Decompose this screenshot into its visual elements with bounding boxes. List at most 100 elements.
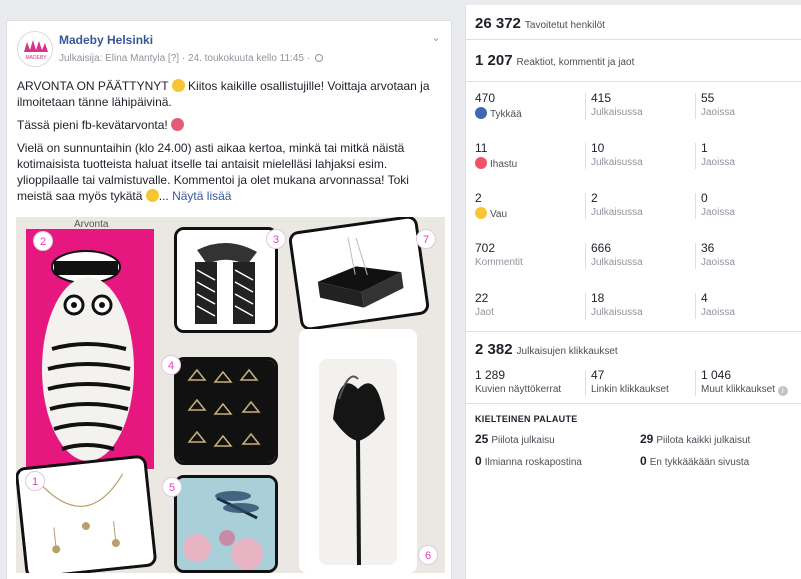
column-separator: [585, 293, 586, 319]
link-clicks: 47 Linkin klikkaukset: [591, 368, 669, 395]
likes-on-post-label: Julkaisussa: [591, 107, 643, 118]
collage-tile-pendants: [174, 357, 278, 465]
column-separator: [695, 370, 696, 396]
likes-in-shares-label: Jaoissa: [701, 107, 735, 118]
collage-number-5: 5: [162, 477, 182, 497]
hide-all-value: 29: [640, 432, 654, 446]
likes-total-label-wrap: Tykkää: [475, 107, 522, 120]
reached-value: 26 372: [475, 15, 521, 32]
likes-on-post: 415 Julkaisussa: [591, 91, 643, 118]
globe-icon: [314, 54, 323, 62]
post-paragraph-1: ARVONTA ON PÄÄTTYNYT Kiitos kaikille osa…: [17, 78, 445, 110]
wows-in-shares: 0 Jaoissa: [701, 191, 735, 218]
engagement-row: 1 207 Reaktiot, kommentit ja jaot: [475, 52, 634, 69]
jewelry-box-icon: [291, 217, 427, 329]
likes-total-label: Tykkää: [490, 109, 522, 120]
column-separator: [695, 193, 696, 219]
other-clicks-label: Muut klikkaukset: [701, 384, 775, 395]
collage-number-1: 1: [25, 471, 45, 491]
scarf-icon: [177, 230, 275, 330]
column-separator: [585, 243, 586, 269]
flower-emoji-icon: [171, 118, 185, 131]
comments-total-value: 702: [475, 241, 496, 255]
collage-tile-vase: [299, 329, 417, 573]
wows-total: 2 Vau: [475, 191, 507, 220]
collage-tile-owl: [26, 229, 154, 469]
column-separator: [695, 93, 696, 119]
loves-total: 11 Ihastu: [475, 141, 517, 170]
wows-in-shares-label: Jaoissa: [701, 207, 735, 218]
report-spam-label: Ilmianna roskapostina: [484, 457, 582, 468]
likes-total: 470 Tykkää: [475, 91, 522, 120]
shares-on-post: 18 Julkaisussa: [591, 291, 643, 318]
column-separator: [695, 243, 696, 269]
loves-in-shares-value: 1: [701, 141, 708, 155]
comments-on-post-label: Julkaisussa: [591, 257, 643, 268]
hide-post-feedback: 25 Piilota julkaisu: [475, 432, 555, 446]
info-icon[interactable]: i: [777, 386, 788, 396]
reached-label: Tavoitetut henkilöt: [524, 20, 605, 31]
hide-post-label: Piilota julkaisu: [491, 435, 555, 446]
column-separator: [585, 143, 586, 169]
post-paragraph-3: Vielä on sunnuntaihin (klo 24.00) asti a…: [17, 140, 445, 204]
tulip-vase-icon: [319, 359, 397, 566]
wows-on-post: 2 Julkaisussa: [591, 191, 643, 218]
shares-on-post-value: 18: [591, 291, 605, 305]
pendants-icon: [177, 360, 275, 462]
grin-emoji-icon: [145, 189, 159, 202]
loves-in-shares-label: Jaoissa: [701, 157, 735, 168]
see-more-link[interactable]: Näytä lisää: [172, 189, 231, 203]
post-para1-a: ARVONTA ON PÄÄTTYNYT: [17, 79, 169, 93]
post-insights-panel: 26 372 Tavoitetut henkilöt 1 207 Reaktiot,…: [465, 5, 801, 579]
likes-in-shares-value: 55: [701, 91, 715, 105]
clicks-value: 2 382: [475, 341, 513, 358]
comments-total: 702 Kommentit: [475, 241, 523, 268]
wows-total-label-wrap: Vau: [475, 207, 507, 220]
post-meta: Julkaisija: Elina Mantyla [?] · 24. touk…: [59, 53, 323, 64]
chevron-down-icon[interactable]: ⌄: [429, 31, 443, 45]
wows-total-value: 2: [475, 191, 482, 205]
shares-in-shares-value: 4: [701, 291, 708, 305]
report-spam-value: 0: [475, 454, 482, 468]
wows-on-post-value: 2: [591, 191, 598, 205]
comments-on-post: 666 Julkaisussa: [591, 241, 643, 268]
collage-number-3: 3: [266, 229, 286, 249]
photo-views: 1 289 Kuvien näyttökerrat: [475, 368, 561, 395]
smile-emoji-icon: [171, 79, 185, 92]
page-name-link[interactable]: Madeby Helsinki: [59, 33, 153, 47]
photo-views-value: 1 289: [475, 368, 506, 382]
post-para2: Tässä pieni fb-kevätarvonta!: [17, 118, 168, 132]
other-clicks: 1 046 Muut klikkaukset i: [701, 368, 788, 396]
shares-total-value: 22: [475, 291, 489, 305]
other-clicks-label-wrap: Muut klikkaukset i: [701, 384, 788, 396]
negative-feedback-title: KIELTEINEN PALAUTE: [475, 414, 578, 424]
wows-in-shares-value: 0: [701, 191, 708, 205]
post-meta-text: Julkaisija: Elina Mantyla [?] · 24. touk…: [59, 53, 311, 64]
divider: [466, 81, 801, 82]
collage-tile-scarf: [174, 227, 278, 333]
engagement-label: Reaktiot, kommentit ja jaot: [516, 57, 635, 68]
shares-total-label: Jaot: [475, 307, 494, 318]
post-ellipsis: ...: [158, 189, 169, 203]
post-image-collage[interactable]: Arvonta 2 3 7 4 1 5 6: [16, 217, 445, 573]
column-separator: [695, 293, 696, 319]
collage-number-7: 7: [416, 229, 436, 249]
wow-icon: [475, 207, 487, 219]
collage-tile-dragonfly: [174, 475, 278, 573]
avatar[interactable]: MADEBY: [17, 31, 53, 67]
column-separator: [585, 370, 586, 396]
collage-number-2: 2: [33, 231, 53, 251]
divider: [466, 331, 801, 332]
like-icon: [475, 107, 487, 119]
loves-on-post: 10 Julkaisussa: [591, 141, 643, 168]
loves-on-post-value: 10: [591, 141, 605, 155]
loves-on-post-label: Julkaisussa: [591, 157, 643, 168]
likes-in-shares: 55 Jaoissa: [701, 91, 735, 118]
collage-number-6: 6: [418, 545, 438, 565]
comments-total-label: Kommentit: [475, 257, 523, 268]
divider: [466, 403, 801, 404]
hide-post-value: 25: [475, 432, 489, 446]
loves-total-value: 11: [475, 141, 488, 155]
column-separator: [695, 143, 696, 169]
love-icon: [475, 157, 487, 169]
